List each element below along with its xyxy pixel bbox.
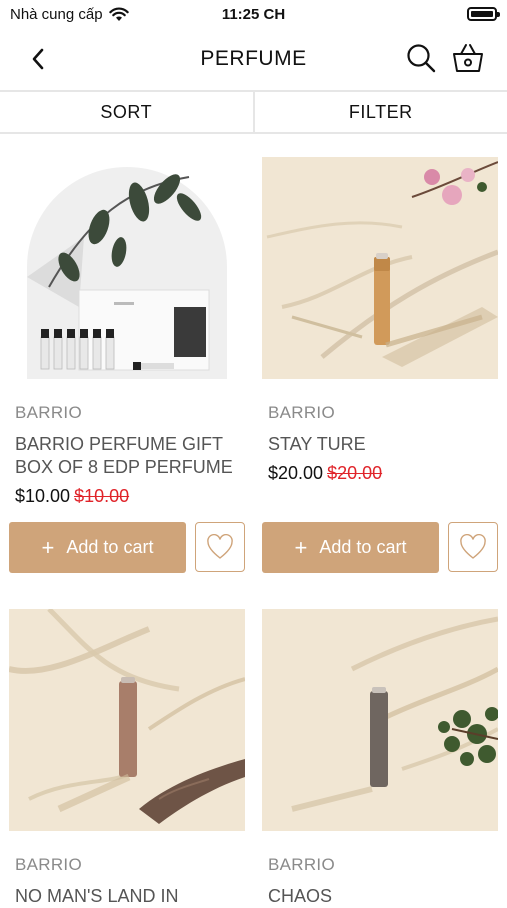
sort-filter-bar: SORT FILTER (0, 90, 507, 134)
heart-icon (459, 534, 487, 560)
wishlist-button[interactable] (448, 522, 498, 572)
product-old-price: $10.00 (74, 486, 129, 506)
product-image[interactable] (262, 609, 498, 831)
product-old-price: $20.00 (327, 463, 382, 483)
product-brand: BARRIO (262, 855, 498, 875)
sort-button[interactable]: SORT (0, 92, 253, 132)
status-bar: Nhà cung cấp 11:25 CH (0, 0, 507, 30)
plus-icon: + (295, 535, 308, 561)
product-name[interactable]: BARRIO PERFUME GIFT BOX OF 8 EDP PERFUME (9, 433, 245, 479)
product-brand: BARRIO (9, 403, 245, 423)
product-image[interactable] (9, 157, 245, 379)
product-image[interactable] (262, 157, 498, 379)
product-actions: + Add to cart (262, 522, 498, 574)
filter-button[interactable]: FILTER (253, 92, 507, 132)
nav-bar: PERFUME (0, 30, 507, 88)
wishlist-button[interactable] (195, 522, 245, 572)
product-card[interactable]: BARRIO CHAOS (262, 609, 498, 908)
clock: 11:25 CH (0, 6, 507, 23)
heart-icon (206, 534, 234, 560)
product-actions: + Add to cart (9, 522, 245, 574)
plus-icon: + (42, 535, 55, 561)
basket-icon[interactable] (451, 42, 485, 74)
add-to-cart-button[interactable]: + Add to cart (9, 522, 186, 573)
product-brand: BARRIO (9, 855, 245, 875)
search-icon[interactable] (405, 42, 437, 74)
product-card[interactable]: BARRIO STAY TURE $20.00$20.00 (262, 157, 498, 484)
product-name[interactable]: NO MAN'S LAND IN (9, 885, 245, 908)
add-to-cart-label: Add to cart (66, 537, 153, 558)
product-name[interactable]: CHAOS (262, 885, 498, 908)
product-name[interactable]: STAY TURE (262, 433, 498, 456)
price-row: $20.00$20.00 (262, 463, 498, 484)
price-row: $10.00$10.00 (9, 486, 245, 507)
add-to-cart-label: Add to cart (319, 537, 406, 558)
product-price: $20.00 (268, 463, 323, 483)
product-card[interactable]: BARRIO BARRIO PERFUME GIFT BOX OF 8 EDP … (9, 157, 245, 507)
battery-icon (467, 7, 497, 21)
product-card[interactable]: BARRIO NO MAN'S LAND IN (9, 609, 245, 908)
product-price: $10.00 (15, 486, 70, 506)
product-brand: BARRIO (262, 403, 498, 423)
add-to-cart-button[interactable]: + Add to cart (262, 522, 439, 573)
product-image[interactable] (9, 609, 245, 831)
